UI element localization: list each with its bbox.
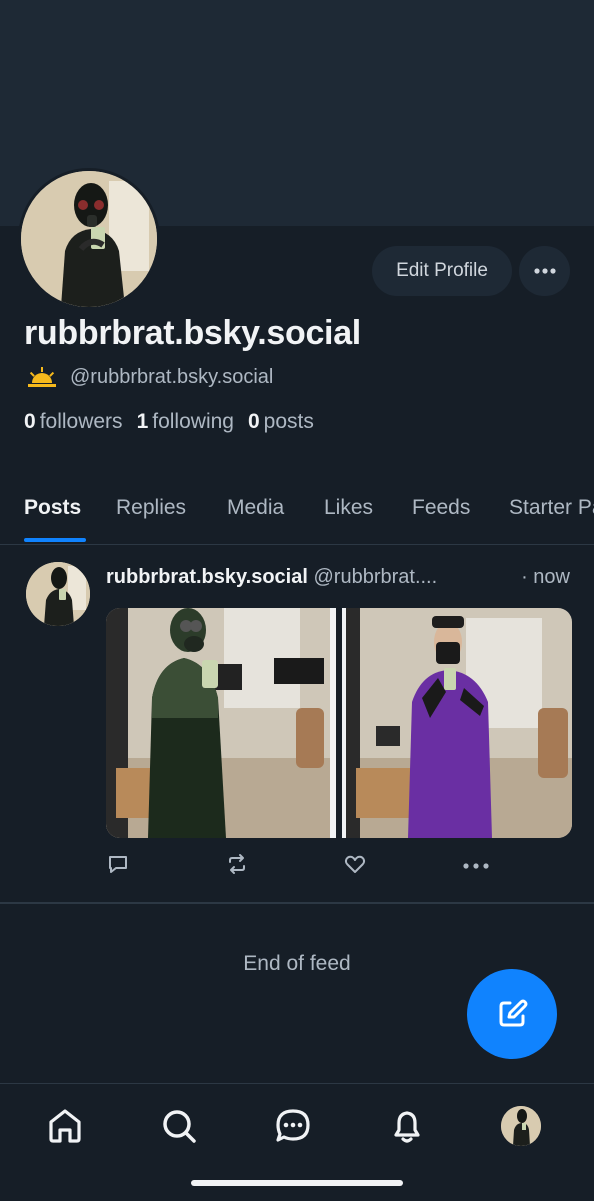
profile-handle: @rubbrbrat.bsky.social: [70, 366, 274, 388]
chat-icon: [276, 1109, 310, 1142]
followers-count: 0: [24, 410, 36, 433]
nav-search[interactable]: [157, 1104, 201, 1148]
compose-icon: [499, 999, 528, 1027]
nav-home[interactable]: [43, 1104, 87, 1148]
home-indicator[interactable]: [191, 1180, 403, 1186]
like-icon: [344, 855, 366, 873]
posts-label: posts: [263, 410, 314, 433]
post-author-handle[interactable]: @rubbrbrat....: [313, 566, 437, 588]
reply-button[interactable]: [106, 852, 130, 881]
active-tab-indicator: [24, 538, 86, 542]
ellipsis-icon: [533, 268, 556, 274]
post-header: rubbrbrat.bsky.social @rubbrbrat....: [106, 566, 576, 589]
followers-label: followers: [39, 410, 123, 433]
tab-starter-packs[interactable]: Starter Packs: [509, 496, 594, 520]
profile-avatar[interactable]: [18, 168, 160, 310]
home-icon: [49, 1109, 81, 1143]
tab-likes[interactable]: Likes: [324, 496, 373, 520]
post-author-avatar[interactable]: [26, 562, 90, 626]
nav-profile-avatar: [501, 1106, 541, 1146]
profile-stats: 0 followers 1 following 0 posts: [24, 410, 314, 434]
nav-chat[interactable]: [271, 1104, 315, 1148]
more-icon: [463, 863, 489, 869]
tab-replies[interactable]: Replies: [116, 496, 186, 520]
profile-tabs: Posts Replies Media Likes Feeds Starter …: [0, 484, 594, 545]
nav-profile[interactable]: [499, 1104, 543, 1148]
following-count: 1: [136, 410, 149, 433]
sunrise-icon: [28, 366, 56, 387]
bell-icon: [394, 1111, 420, 1143]
edit-profile-button[interactable]: Edit Profile: [372, 246, 512, 296]
reply-icon: [109, 856, 127, 873]
post-image-1[interactable]: [106, 608, 336, 838]
tab-posts[interactable]: Posts: [24, 496, 81, 520]
following-label: following: [152, 410, 234, 433]
followers-stat[interactable]: 0 followers: [24, 410, 123, 434]
profile-more-button[interactable]: [519, 246, 570, 296]
post-more-button[interactable]: [462, 858, 490, 876]
feed-post[interactable]: rubbrbrat.bsky.social @rubbrbrat.... · n…: [0, 544, 594, 904]
tab-feeds[interactable]: Feeds: [412, 496, 470, 520]
edit-profile-label: Edit Profile: [396, 260, 488, 281]
compose-button[interactable]: [467, 969, 557, 1059]
repost-icon: [229, 854, 245, 874]
repost-button[interactable]: [225, 852, 249, 881]
profile-handle-row: @rubbrbrat.bsky.social: [26, 366, 273, 389]
posts-stat: 0 posts: [248, 410, 314, 434]
post-timestamp[interactable]: · now: [515, 566, 570, 589]
following-stat[interactable]: 1 following: [137, 410, 234, 434]
post-image-2[interactable]: [342, 608, 572, 838]
profile-display-name: rubbrbrat.bsky.social: [24, 314, 361, 352]
post-author-name[interactable]: rubbrbrat.bsky.social: [106, 566, 308, 588]
tab-media[interactable]: Media: [227, 496, 284, 520]
nav-notifications[interactable]: [385, 1104, 429, 1148]
posts-count: 0: [247, 410, 260, 433]
like-button[interactable]: [343, 852, 367, 881]
search-icon: [163, 1110, 196, 1143]
